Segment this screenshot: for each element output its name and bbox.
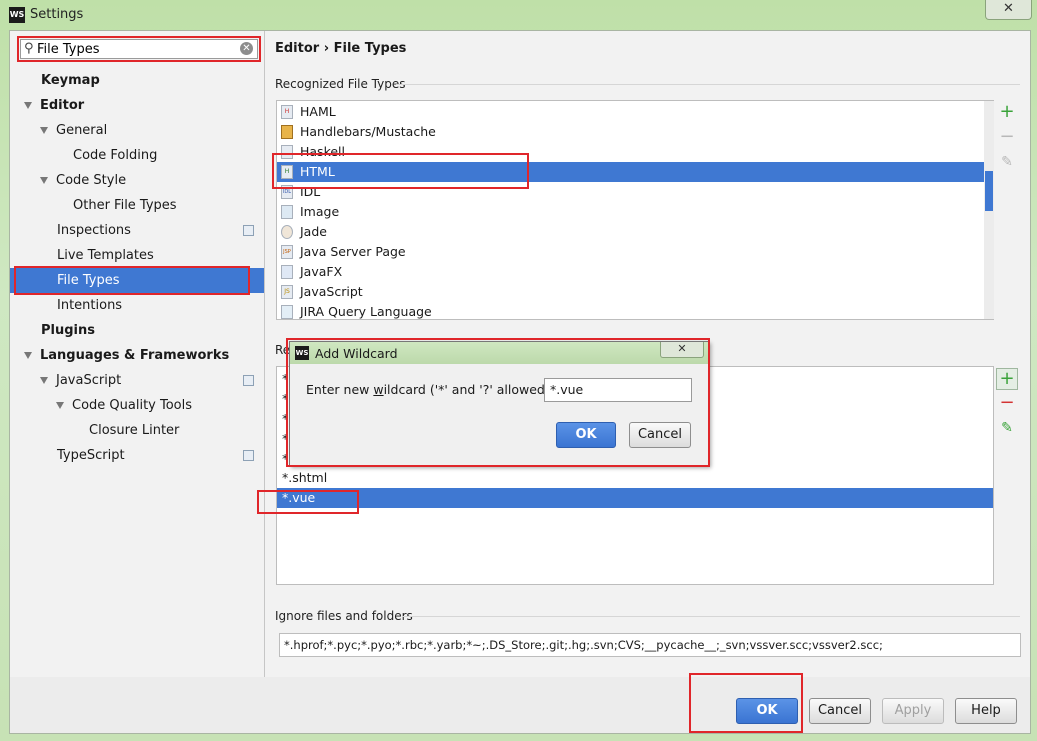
breadcrumb-current: File Types xyxy=(333,41,407,56)
sidebar-item-closure-linter[interactable]: Closure Linter xyxy=(89,418,179,443)
highlight-search xyxy=(17,36,261,62)
settings-window: WS Settings ✕ ⚲ ✕ Keymap Editor General … xyxy=(0,0,1037,741)
add-pattern-icon[interactable]: + xyxy=(996,368,1018,390)
expand-arrow-icon[interactable] xyxy=(24,352,32,359)
sidebar-item-languages-frameworks[interactable]: Languages & Frameworks xyxy=(24,343,229,368)
scrollbar-thumb[interactable] xyxy=(985,171,993,211)
sidebar-item-label: General xyxy=(56,123,108,138)
project-settings-icon xyxy=(243,375,254,386)
sidebar-item-label: Editor xyxy=(40,98,85,113)
breadcrumb-parent: Editor xyxy=(275,41,320,56)
sidebar-item-plugins[interactable]: Plugins xyxy=(41,318,95,343)
sidebar-item-code-style[interactable]: Code Style xyxy=(40,168,126,193)
jira-query-file-icon xyxy=(281,305,293,319)
sidebar-item-code-quality-tools[interactable]: Code Quality Tools xyxy=(56,393,192,418)
group-divider xyxy=(402,616,1020,617)
sidebar-item-javascript[interactable]: JavaScript xyxy=(10,368,264,393)
help-button[interactable]: Help xyxy=(955,698,1017,724)
recognized-file-types-label: Recognized File Types xyxy=(275,77,406,91)
edit-file-type-icon[interactable]: ✎ xyxy=(997,152,1017,172)
list-item[interactable]: JIRA Query Language xyxy=(277,302,985,319)
remove-file-type-icon[interactable]: − xyxy=(997,127,1017,147)
cancel-button[interactable]: Cancel xyxy=(809,698,871,724)
remove-pattern-icon[interactable]: − xyxy=(997,393,1017,413)
sidebar-item-inspections[interactable]: Inspections xyxy=(10,218,264,243)
sidebar-item-general[interactable]: General xyxy=(40,118,107,143)
sidebar-item-code-folding[interactable]: Code Folding xyxy=(73,143,157,168)
expand-arrow-icon[interactable] xyxy=(40,127,48,134)
highlight-ok-button xyxy=(689,673,803,733)
breadcrumb: Editor › File Types xyxy=(275,41,406,56)
breadcrumb-separator: › xyxy=(323,41,330,56)
sidebar-item-label: Code Quality Tools xyxy=(72,398,193,413)
sidebar-item-label: Inspections xyxy=(57,223,131,238)
recognized-file-types-list[interactable]: H HAML Handlebars/Mustache Haskell H HTML … xyxy=(276,100,994,320)
sidebar-item-label: JavaScript xyxy=(56,373,122,388)
apply-button[interactable]: Apply xyxy=(882,698,944,724)
list-item[interactable]: H HAML xyxy=(277,102,985,122)
window-close-button[interactable]: ✕ xyxy=(985,0,1032,20)
expand-arrow-icon[interactable] xyxy=(56,402,64,409)
sidebar-item-editor[interactable]: Editor xyxy=(24,93,84,118)
highlight-html xyxy=(272,153,529,189)
list-item-selected[interactable]: *.vue xyxy=(277,488,993,508)
sidebar-item-intentions[interactable]: Intentions xyxy=(57,293,122,318)
ignore-files-label: Ignore files and folders xyxy=(275,609,413,623)
sidebar-item-live-templates[interactable]: Live Templates xyxy=(57,243,154,268)
title-bar: WS Settings ✕ xyxy=(0,0,1037,30)
group-divider xyxy=(396,84,1020,85)
window-title: Settings xyxy=(30,7,84,22)
sidebar-item-label: TypeScript xyxy=(57,448,125,463)
vertical-scrollbar[interactable] xyxy=(984,101,994,319)
list-item[interactable]: JSP Java Server Page xyxy=(277,242,985,262)
expand-arrow-icon[interactable] xyxy=(40,177,48,184)
haml-file-icon: H xyxy=(281,105,293,119)
sidebar-item-keymap[interactable]: Keymap xyxy=(41,68,100,93)
list-item[interactable]: Image xyxy=(277,202,985,222)
add-file-type-icon[interactable]: + xyxy=(997,102,1017,122)
sidebar-item-other-file-types[interactable]: Other File Types xyxy=(73,193,177,218)
javafx-file-icon xyxy=(281,265,293,279)
list-item[interactable]: JS JavaScript xyxy=(277,282,985,302)
highlight-vue-pattern xyxy=(257,490,359,514)
sidebar-item-label: Code Style xyxy=(56,173,127,188)
jsp-file-icon: JSP xyxy=(281,245,293,259)
list-item[interactable]: *.shtml xyxy=(277,468,993,488)
handlebars-file-icon xyxy=(281,125,293,139)
expand-arrow-icon[interactable] xyxy=(24,102,32,109)
expand-arrow-icon[interactable] xyxy=(40,377,48,384)
highlight-add-wildcard-dialog xyxy=(286,338,710,467)
list-item[interactable]: JavaFX xyxy=(277,262,985,282)
jade-file-icon xyxy=(281,225,293,239)
sidebar-item-label: Languages & Frameworks xyxy=(40,348,230,363)
project-settings-icon xyxy=(243,450,254,461)
webstorm-app-icon: WS xyxy=(9,7,25,23)
dialog-button-bar xyxy=(9,677,1031,734)
edit-pattern-icon[interactable]: ✎ xyxy=(997,418,1017,438)
list-item[interactable]: Jade xyxy=(277,222,985,242)
ignore-files-input[interactable]: *.hprof;*.pyc;*.pyo;*.rbc;*.yarb;*~;.DS_… xyxy=(279,633,1021,657)
image-file-icon xyxy=(281,205,293,219)
highlight-file-types xyxy=(14,266,250,295)
project-settings-icon xyxy=(243,225,254,236)
javascript-file-icon: JS xyxy=(281,285,293,299)
sidebar-item-typescript[interactable]: TypeScript xyxy=(10,443,264,468)
list-item[interactable]: Handlebars/Mustache xyxy=(277,122,985,142)
